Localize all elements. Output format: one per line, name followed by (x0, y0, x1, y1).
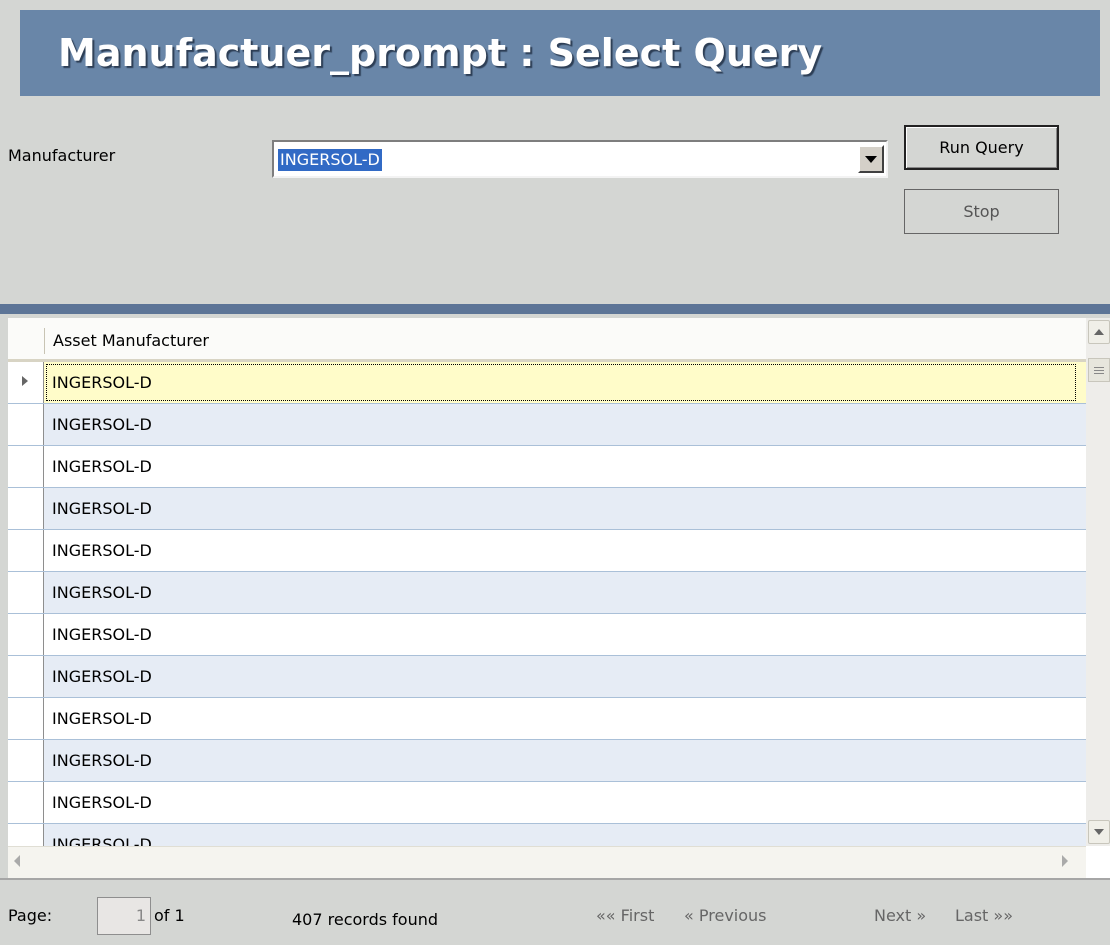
run-query-button[interactable]: Run Query (904, 125, 1059, 170)
manufacturer-select-value: INGERSOL-D (278, 149, 382, 171)
dropdown-button[interactable] (858, 145, 884, 173)
arrow-up-icon (1094, 329, 1104, 335)
records-count: 407 records found (292, 910, 439, 929)
section-divider (0, 304, 1110, 314)
scroll-left-icon[interactable] (14, 855, 20, 867)
table-row[interactable]: INGERSOL-D (8, 782, 1086, 824)
query-window: Manufactuer_prompt : Select Query Manufa… (0, 0, 1110, 945)
arrow-down-icon (1094, 829, 1104, 835)
next-page-link[interactable]: Next » (874, 906, 926, 925)
table-row[interactable]: INGERSOL-D (8, 362, 1086, 404)
table-cell[interactable]: INGERSOL-D (44, 614, 152, 655)
scroll-right-icon[interactable] (1062, 855, 1068, 867)
table-cell[interactable]: INGERSOL-D (44, 782, 152, 823)
vertical-scrollbar[interactable] (1086, 318, 1110, 846)
table-row[interactable]: INGERSOL-D (8, 530, 1086, 572)
previous-page-link[interactable]: « Previous (684, 906, 767, 925)
row-selector[interactable] (8, 572, 44, 613)
results-grid[interactable]: Asset Manufacturer INGERSOL-D INGERSOL-D I… (8, 318, 1110, 878)
row-selector[interactable] (8, 488, 44, 529)
grid-header: Asset Manufacturer (8, 318, 1086, 362)
table-cell[interactable]: INGERSOL-D (44, 530, 152, 571)
row-selector[interactable] (8, 446, 44, 487)
page-count-label: of 1 (154, 906, 185, 925)
row-selector[interactable] (8, 656, 44, 697)
table-cell[interactable]: INGERSOL-D (44, 488, 152, 529)
pager-bar: Page: 1 of 1 407 records found «« First … (0, 878, 1110, 945)
current-row-icon (22, 376, 28, 386)
table-cell[interactable]: INGERSOL-D (44, 362, 1078, 403)
table-cell[interactable]: INGERSOL-D (44, 404, 152, 445)
table-row[interactable]: INGERSOL-D (8, 572, 1086, 614)
scroll-up-button[interactable] (1088, 320, 1110, 344)
table-row[interactable]: INGERSOL-D (8, 404, 1086, 446)
table-row[interactable]: INGERSOL-D (8, 740, 1086, 782)
horizontal-scrollbar[interactable] (8, 846, 1086, 878)
scroll-thumb[interactable] (1088, 358, 1110, 382)
last-page-link[interactable]: Last »» (955, 906, 1013, 925)
table-cell[interactable]: INGERSOL-D (44, 446, 152, 487)
table-cell[interactable]: INGERSOL-D (44, 698, 152, 739)
row-selector[interactable] (8, 362, 44, 403)
table-row[interactable]: INGERSOL-D (8, 488, 1086, 530)
table-cell[interactable]: INGERSOL-D (44, 572, 152, 613)
column-header-asset-manufacturer[interactable]: Asset Manufacturer (44, 328, 209, 354)
table-row[interactable]: INGERSOL-D (8, 446, 1086, 488)
chevron-down-icon (865, 155, 877, 163)
manufacturer-label: Manufacturer (8, 146, 116, 165)
stop-button[interactable]: Stop (904, 189, 1059, 234)
row-selector[interactable] (8, 740, 44, 781)
table-row[interactable]: INGERSOL-D (8, 614, 1086, 656)
table-row[interactable]: INGERSOL-D (8, 698, 1086, 740)
page-number-input[interactable]: 1 (97, 897, 151, 935)
row-selector[interactable] (8, 614, 44, 655)
row-selector[interactable] (8, 404, 44, 445)
row-selector[interactable] (8, 698, 44, 739)
row-selector[interactable] (8, 782, 44, 823)
manufacturer-select[interactable]: INGERSOL-D (272, 140, 888, 178)
row-selector[interactable] (8, 530, 44, 571)
table-cell[interactable]: INGERSOL-D (44, 740, 152, 781)
table-cell[interactable]: INGERSOL-D (44, 656, 152, 697)
page-title: Manufactuer_prompt : Select Query (20, 10, 1100, 96)
scroll-down-button[interactable] (1088, 820, 1110, 844)
page-label: Page: (8, 906, 53, 925)
table-row[interactable]: INGERSOL-D (8, 656, 1086, 698)
first-page-link[interactable]: «« First (596, 906, 654, 925)
